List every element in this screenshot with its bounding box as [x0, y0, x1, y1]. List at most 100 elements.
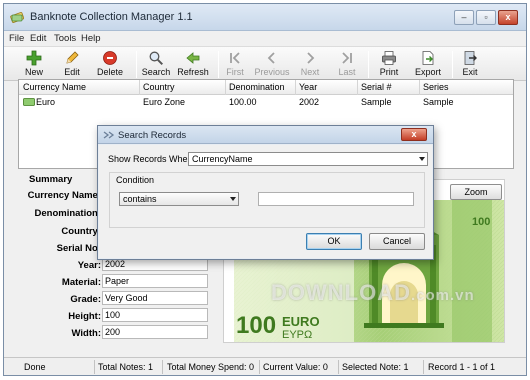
- banknote-icon: [23, 98, 35, 106]
- cancel-button[interactable]: Cancel: [369, 233, 425, 250]
- window-title: Banknote Collection Manager 1.1: [30, 11, 193, 23]
- label-denomination: Denomination:: [34, 208, 102, 219]
- chevron-down-icon: [230, 197, 236, 201]
- label-grade: Grade:: [70, 294, 101, 305]
- cell-country: Euro Zone: [143, 97, 186, 107]
- menu-edit[interactable]: Edit: [30, 33, 46, 44]
- material-field[interactable]: Paper: [102, 274, 208, 288]
- dialog-title-bar[interactable]: Search Records x: [98, 126, 433, 144]
- column-divider: [357, 80, 358, 95]
- column-header-denomination[interactable]: Denomination: [229, 82, 285, 92]
- column-divider: [225, 80, 226, 95]
- last-button[interactable]: Last: [334, 48, 360, 80]
- title-bar[interactable]: Banknote Collection Manager 1.1 – ▫ x: [4, 4, 526, 31]
- menu-bar: File Edit Tools Help: [4, 31, 526, 47]
- status-total-money-spend: Total Money Spend: 0: [167, 362, 255, 372]
- column-header-year[interactable]: Year: [299, 82, 317, 92]
- search-text-input[interactable]: [258, 192, 414, 206]
- label-year: Year:: [77, 260, 101, 271]
- first-icon: [230, 52, 240, 64]
- search-button[interactable]: Search: [140, 48, 172, 80]
- print-icon: [382, 51, 396, 65]
- maximize-button[interactable]: ▫: [476, 10, 496, 25]
- watermark-text: DOWNLOAD: [271, 280, 411, 305]
- note-currency-greek-text: EYPΩ: [282, 329, 312, 341]
- status-divider: [338, 360, 339, 374]
- plus-icon: [26, 50, 42, 66]
- column-header-currency-name[interactable]: Currency Name: [23, 82, 86, 92]
- delete-button[interactable]: Delete: [94, 48, 126, 80]
- exit-button[interactable]: Exit: [457, 48, 483, 80]
- column-header-serial[interactable]: Serial #: [361, 82, 392, 92]
- new-button[interactable]: New: [18, 48, 50, 80]
- column-header-country[interactable]: Country: [143, 82, 175, 92]
- toolbar: New Edit Delete Search Refresh First Pre…: [4, 47, 526, 81]
- menu-tools[interactable]: Tools: [54, 33, 76, 44]
- note-value-text: 100: [236, 312, 276, 339]
- status-selected-note: Selected Note: 1: [342, 362, 409, 372]
- column-header-series[interactable]: Series: [423, 82, 449, 92]
- status-divider: [259, 360, 260, 374]
- toolbar-separator: [452, 51, 453, 78]
- delete-icon: [103, 51, 117, 65]
- dialog-close-button[interactable]: x: [401, 128, 427, 141]
- status-divider: [423, 360, 424, 374]
- next-button[interactable]: Next: [297, 48, 323, 80]
- height-field[interactable]: 100: [102, 308, 208, 322]
- zoom-button[interactable]: Zoom: [450, 184, 502, 200]
- label-width: Width:: [71, 328, 101, 339]
- status-divider: [94, 360, 95, 374]
- column-divider: [139, 80, 140, 95]
- search-records-dialog: Search Records x Show Records Where? Cur…: [97, 125, 434, 260]
- refresh-button[interactable]: Refresh: [176, 48, 210, 80]
- summary-title: Summary: [29, 174, 73, 185]
- chevron-down-icon: [419, 157, 425, 161]
- field-select[interactable]: CurrencyName: [188, 152, 428, 166]
- export-button[interactable]: Export: [412, 48, 444, 80]
- column-divider: [295, 80, 296, 95]
- status-record: Record 1 - 1 of 1: [428, 362, 496, 372]
- toolbar-separator: [368, 51, 369, 78]
- grid-header: Currency Name Country Denomination Year …: [19, 80, 513, 95]
- cell-year: 2002: [299, 97, 320, 107]
- toolbar-separator: [136, 51, 137, 78]
- condition-label: Condition: [116, 175, 155, 185]
- search-icon: [149, 51, 164, 66]
- label-serial-no: Serial No:: [56, 243, 101, 254]
- exit-icon: [464, 51, 477, 65]
- cell-serial: Sample: [361, 97, 392, 107]
- watermark-suffix: .com.vn: [410, 287, 475, 304]
- grade-field[interactable]: Very Good: [102, 291, 208, 305]
- dialog-title: Search Records: [118, 130, 187, 141]
- close-button[interactable]: x: [498, 10, 518, 25]
- print-button[interactable]: Print: [374, 48, 404, 80]
- menu-help[interactable]: Help: [81, 33, 101, 44]
- menu-file[interactable]: File: [9, 33, 24, 44]
- next-icon: [307, 52, 315, 64]
- cell-denomination: 100.00: [229, 97, 257, 107]
- edit-button[interactable]: Edit: [58, 48, 86, 80]
- note-corner-value: 100: [472, 216, 490, 228]
- minimize-button[interactable]: –: [454, 10, 474, 25]
- column-divider: [419, 80, 420, 95]
- watermark: DOWNLOAD.com.vn: [271, 280, 475, 306]
- note-currency-text: EURO: [282, 314, 320, 329]
- toolbar-separator: [218, 51, 219, 78]
- status-done: Done: [24, 362, 46, 372]
- table-row[interactable]: Euro Euro Zone 100.00 2002 Sample Sample: [19, 95, 513, 109]
- width-field[interactable]: 200: [102, 325, 208, 339]
- dialog-body: Show Records Where? CurrencyName Conditi…: [99, 145, 432, 258]
- cell-series: Sample: [423, 97, 454, 107]
- condition-select[interactable]: contains: [119, 192, 239, 206]
- status-bar: Done Total Notes: 1 Total Money Spend: 0…: [4, 357, 526, 375]
- label-country: Country:: [61, 226, 101, 237]
- status-total-notes: Total Notes: 1: [98, 362, 154, 372]
- pencil-icon: [66, 51, 79, 64]
- first-button[interactable]: First: [222, 48, 248, 80]
- label-material: Material:: [61, 277, 101, 288]
- previous-icon: [267, 52, 275, 64]
- app-icon: [10, 12, 24, 23]
- export-icon: [422, 51, 434, 65]
- previous-button[interactable]: Previous: [254, 48, 290, 80]
- ok-button[interactable]: OK: [306, 233, 362, 250]
